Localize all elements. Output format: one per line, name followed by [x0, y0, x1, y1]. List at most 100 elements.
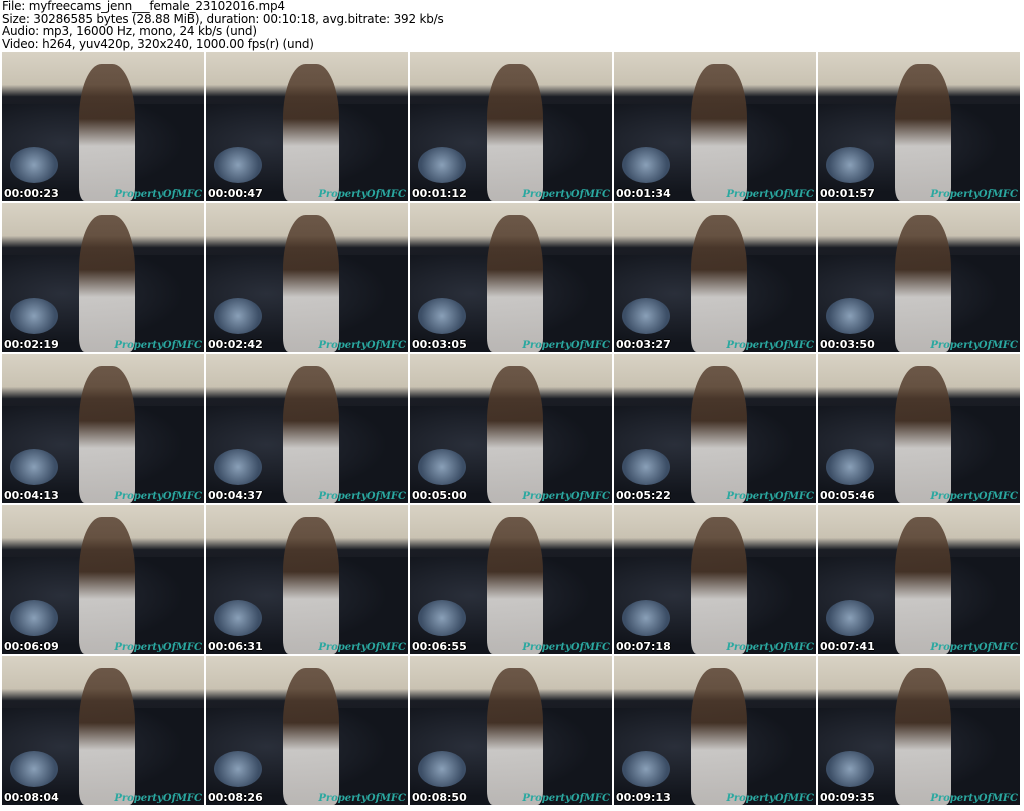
video-info: Video: h264, yuv420p, 320x240, 1000.00 f… [2, 36, 314, 51]
video-thumbnail: 00:00:23 PropertyOfMFC [2, 52, 204, 201]
watermark: PropertyOfMFC [522, 793, 610, 804]
pillow [214, 449, 262, 485]
pillow [214, 298, 262, 334]
person-silhouette [894, 214, 952, 352]
timestamp: 00:03:05 [412, 338, 467, 351]
timestamp: 00:08:04 [4, 791, 59, 804]
person-silhouette [78, 516, 136, 654]
pillow [418, 449, 466, 485]
pillow [622, 449, 670, 485]
person-silhouette [282, 63, 340, 201]
pillow [622, 751, 670, 787]
video-thumbnail: 00:06:09 PropertyOfMFC [2, 505, 204, 654]
pillow [10, 449, 58, 485]
pillow [826, 449, 874, 485]
pillow [10, 600, 58, 636]
watermark: PropertyOfMFC [930, 189, 1018, 200]
watermark: PropertyOfMFC [930, 642, 1018, 653]
person-silhouette [78, 667, 136, 805]
timestamp: 00:02:19 [4, 338, 59, 351]
video-thumbnail: 00:05:46 PropertyOfMFC [818, 354, 1020, 503]
video-thumbnail: 00:05:00 PropertyOfMFC [410, 354, 612, 503]
pillow [214, 600, 262, 636]
file-info-header: File: myfreecams_jenn___female_23102016.… [2, 0, 444, 50]
person-silhouette [282, 516, 340, 654]
video-thumbnail: 00:08:04 PropertyOfMFC [2, 656, 204, 805]
pillow [214, 751, 262, 787]
timestamp: 00:07:41 [820, 640, 875, 653]
watermark: PropertyOfMFC [522, 642, 610, 653]
watermark: PropertyOfMFC [726, 793, 814, 804]
person-silhouette [690, 667, 748, 805]
person-silhouette [894, 365, 952, 503]
person-silhouette [894, 63, 952, 201]
timestamp: 00:01:57 [820, 187, 875, 200]
watermark: PropertyOfMFC [522, 491, 610, 502]
watermark: PropertyOfMFC [318, 642, 406, 653]
video-thumbnail: 00:00:47 PropertyOfMFC [206, 52, 408, 201]
video-thumbnail: 00:01:12 PropertyOfMFC [410, 52, 612, 201]
person-silhouette [78, 63, 136, 201]
video-thumbnail: 00:03:50 PropertyOfMFC [818, 203, 1020, 352]
video-thumbnail: 00:09:35 PropertyOfMFC [818, 656, 1020, 805]
person-silhouette [282, 365, 340, 503]
timestamp: 00:02:42 [208, 338, 263, 351]
pillow [622, 147, 670, 183]
pillow [418, 600, 466, 636]
pillow [10, 298, 58, 334]
person-silhouette [894, 516, 952, 654]
timestamp: 00:00:47 [208, 187, 263, 200]
timestamp: 00:04:13 [4, 489, 59, 502]
video-thumbnail: 00:02:19 PropertyOfMFC [2, 203, 204, 352]
pillow [826, 751, 874, 787]
person-silhouette [894, 667, 952, 805]
timestamp: 00:03:50 [820, 338, 875, 351]
timestamp: 00:01:34 [616, 187, 671, 200]
timestamp: 00:01:12 [412, 187, 467, 200]
watermark: PropertyOfMFC [114, 793, 202, 804]
watermark: PropertyOfMFC [726, 491, 814, 502]
pillow [214, 147, 262, 183]
timestamp: 00:06:55 [412, 640, 467, 653]
pillow [622, 298, 670, 334]
timestamp: 00:06:09 [4, 640, 59, 653]
timestamp: 00:08:26 [208, 791, 263, 804]
video-thumbnail: 00:08:50 PropertyOfMFC [410, 656, 612, 805]
person-silhouette [486, 667, 544, 805]
pillow [418, 298, 466, 334]
timestamp: 00:07:18 [616, 640, 671, 653]
watermark: PropertyOfMFC [726, 189, 814, 200]
watermark: PropertyOfMFC [318, 340, 406, 351]
timestamp: 00:00:23 [4, 187, 59, 200]
person-silhouette [486, 516, 544, 654]
video-thumbnail: 00:05:22 PropertyOfMFC [614, 354, 816, 503]
person-silhouette [282, 214, 340, 352]
timestamp: 00:03:27 [616, 338, 671, 351]
pillow [10, 147, 58, 183]
person-silhouette [486, 365, 544, 503]
timestamp: 00:06:31 [208, 640, 263, 653]
video-thumbnail: 00:08:26 PropertyOfMFC [206, 656, 408, 805]
watermark: PropertyOfMFC [522, 340, 610, 351]
timestamp: 00:08:50 [412, 791, 467, 804]
video-thumbnail: 00:01:34 PropertyOfMFC [614, 52, 816, 201]
video-thumbnail: 00:06:31 PropertyOfMFC [206, 505, 408, 654]
timestamp: 00:09:13 [616, 791, 671, 804]
video-thumbnail: 00:04:13 PropertyOfMFC [2, 354, 204, 503]
watermark: PropertyOfMFC [114, 189, 202, 200]
person-silhouette [690, 214, 748, 352]
timestamp: 00:05:22 [616, 489, 671, 502]
person-silhouette [690, 63, 748, 201]
video-thumbnail: 00:06:55 PropertyOfMFC [410, 505, 612, 654]
watermark: PropertyOfMFC [930, 793, 1018, 804]
video-thumbnail: 00:03:27 PropertyOfMFC [614, 203, 816, 352]
pillow [10, 751, 58, 787]
pillow [826, 147, 874, 183]
watermark: PropertyOfMFC [114, 642, 202, 653]
pillow [418, 147, 466, 183]
video-thumbnail: 00:07:41 PropertyOfMFC [818, 505, 1020, 654]
watermark: PropertyOfMFC [930, 340, 1018, 351]
watermark: PropertyOfMFC [114, 491, 202, 502]
timestamp: 00:05:46 [820, 489, 875, 502]
watermark: PropertyOfMFC [522, 189, 610, 200]
